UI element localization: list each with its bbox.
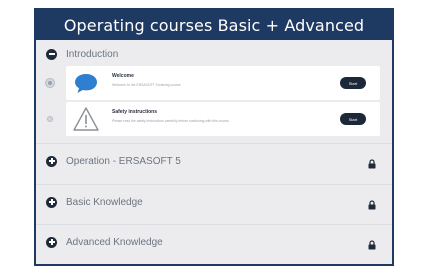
lesson-title: Safety instructions bbox=[112, 109, 158, 115]
course-window: Operating courses Basic + Advanced Intro… bbox=[34, 8, 394, 266]
lock-icon bbox=[368, 237, 376, 250]
lesson-card: Welcome Welcome to the ERSASOFT 5 traini… bbox=[66, 66, 380, 100]
expand-icon[interactable] bbox=[46, 196, 57, 208]
topic-operation-ersasoft-5[interactable]: Operation - ERSASOFT 5 bbox=[36, 147, 392, 175]
page-title: Operating courses Basic + Advanced bbox=[63, 15, 365, 35]
topic-label: Advanced Knowledge bbox=[66, 236, 163, 248]
divider bbox=[36, 143, 392, 144]
divider bbox=[36, 184, 392, 185]
lesson-welcome: Welcome Welcome to the ERSASOFT 5 traini… bbox=[40, 66, 380, 102]
topic-label: Operation - ERSASOFT 5 bbox=[66, 155, 181, 167]
expand-icon[interactable] bbox=[46, 236, 57, 248]
lock-icon bbox=[368, 156, 376, 169]
start-button[interactable]: Start bbox=[340, 77, 366, 89]
collapse-icon[interactable] bbox=[46, 48, 57, 60]
course-list: Introduction Welcome Welcome to the ERSA… bbox=[36, 40, 392, 264]
lesson-safety-instructions: Safety instructions Please read the safe… bbox=[40, 102, 380, 138]
topic-label: Introduction bbox=[66, 48, 119, 60]
lesson-title: Welcome bbox=[112, 73, 134, 79]
lesson-card: Safety instructions Please read the safe… bbox=[66, 102, 380, 136]
divider bbox=[36, 224, 392, 225]
topic-basic-knowledge[interactable]: Basic Knowledge bbox=[36, 188, 392, 216]
warning-triangle-icon bbox=[72, 105, 100, 133]
topic-advanced-knowledge[interactable]: Advanced Knowledge bbox=[36, 228, 392, 256]
lesson-status-icon bbox=[47, 116, 53, 122]
speech-bubble-icon bbox=[72, 69, 100, 97]
lesson-description: Welcome to the ERSASOFT 5 training cours… bbox=[112, 83, 181, 87]
lesson-description: Please read the safety instructions care… bbox=[112, 119, 230, 123]
start-button[interactable]: Start bbox=[340, 113, 366, 125]
topic-introduction[interactable]: Introduction bbox=[36, 40, 392, 68]
header-banner: Operating courses Basic + Advanced bbox=[36, 10, 392, 40]
lock-icon bbox=[368, 197, 376, 210]
expand-icon[interactable] bbox=[46, 155, 57, 167]
topic-label: Basic Knowledge bbox=[66, 196, 143, 208]
lesson-status-icon bbox=[45, 78, 55, 88]
